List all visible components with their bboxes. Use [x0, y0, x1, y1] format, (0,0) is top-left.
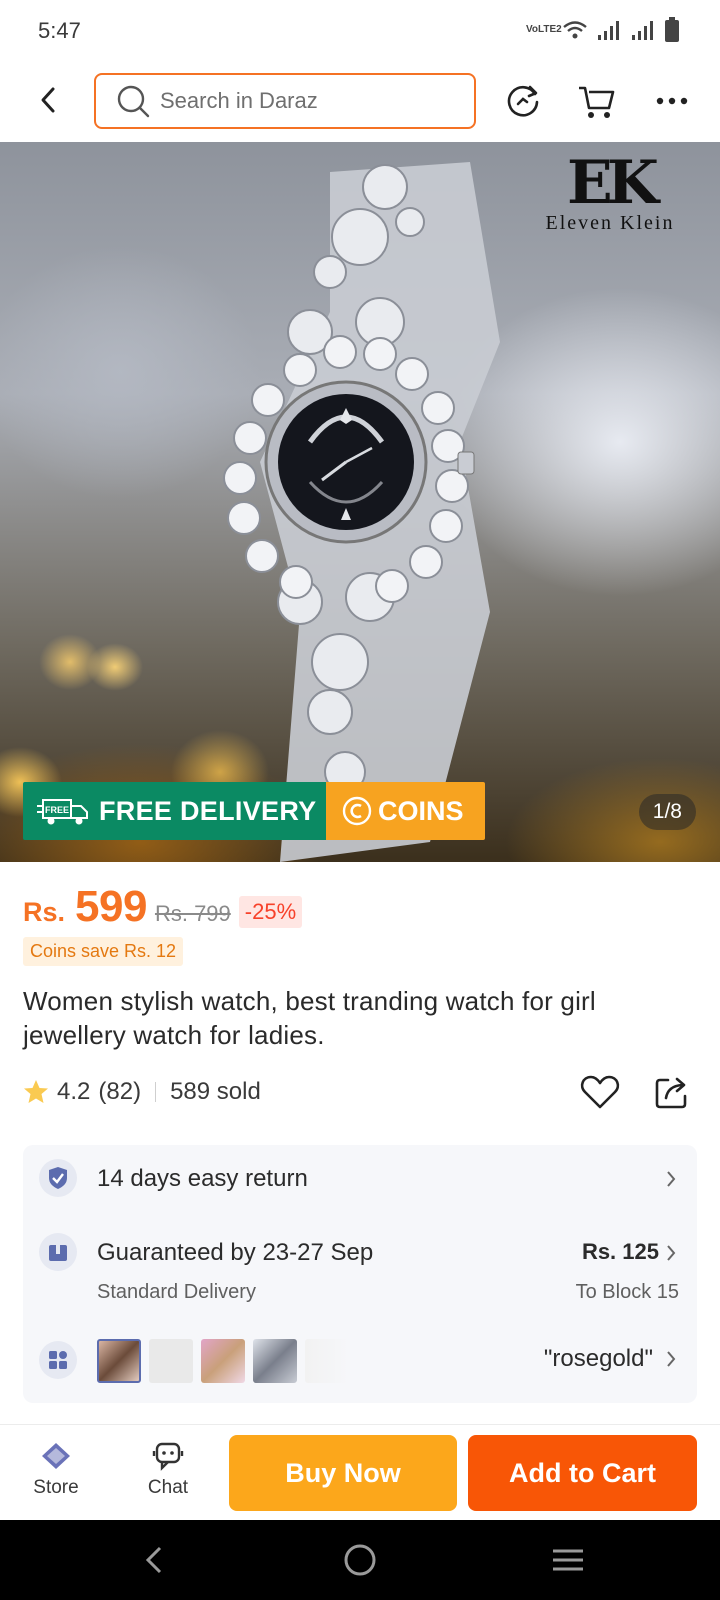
coin-icon — [342, 796, 372, 826]
signal-icon — [598, 21, 619, 40]
variant-thumb[interactable] — [201, 1339, 245, 1383]
back-icon — [41, 87, 55, 113]
brand-logo: EK Eleven Klein — [520, 152, 700, 235]
coins-text: COINS — [378, 795, 464, 826]
store-button[interactable]: Store — [16, 1435, 96, 1499]
nav-back-button[interactable] — [132, 1540, 176, 1580]
signal-icon-2 — [632, 21, 653, 40]
status-bar: 5:47 VoLTE2 — [0, 0, 720, 60]
product-image-carousel[interactable]: EK Eleven Klein FREE FREE DELIVERY COINS… — [0, 142, 720, 862]
volte-icon: VoLTE2 — [526, 24, 562, 35]
chevron-right-icon — [663, 1167, 679, 1191]
coins-save-badge: Coins save Rs. 12 — [23, 937, 184, 966]
chat-label: Chat — [147, 1477, 189, 1498]
free-badge-text: FREE — [45, 805, 69, 815]
search-placeholder: Search in Daraz — [160, 88, 318, 113]
buy-now-button[interactable]: Buy Now — [229, 1435, 457, 1511]
return-policy-text: 14 days easy return — [97, 1165, 308, 1192]
price-row: Rs. 599 Rs. 799 -25% — [23, 882, 303, 931]
watch-illustration — [223, 162, 500, 862]
back-button[interactable] — [28, 80, 68, 120]
nav-recents-button[interactable] — [546, 1540, 590, 1580]
top-bar: Search in Daraz — [0, 62, 720, 142]
rating-count: (82) — [98, 1078, 142, 1105]
cart-button[interactable] — [576, 80, 618, 122]
discount-badge: -25% — [238, 896, 303, 928]
promo-bar: FREE FREE DELIVERY COINS — [23, 782, 485, 840]
variant-thumb[interactable] — [253, 1339, 297, 1383]
more-icon — [656, 97, 688, 105]
share-icon — [655, 1077, 687, 1109]
nav-menu-icon — [553, 1549, 583, 1571]
heart-icon — [580, 1075, 620, 1109]
delivery-box-icon — [39, 1233, 77, 1271]
rating-row[interactable]: 4.2 (82) 589 sold — [23, 1072, 261, 1112]
search-input[interactable]: Search in Daraz — [94, 73, 476, 129]
delivery-fee: Rs. 125 — [581, 1239, 659, 1264]
cart-icon — [579, 86, 615, 118]
return-policy-row[interactable]: 14 days easy return — [23, 1145, 697, 1211]
product-title: Women stylish watch, best tranding watch… — [23, 986, 596, 1050]
original-price: Rs. 799 — [154, 901, 231, 926]
bottom-action-bar: Store Chat Buy Now Add to Cart — [0, 1424, 720, 1520]
status-time: 5:47 — [38, 18, 81, 43]
delivery-type: Standard Delivery — [97, 1281, 256, 1303]
search-icon — [116, 84, 150, 118]
status-icons: VoLTE2 — [526, 16, 680, 44]
rating-value: 4.2 — [57, 1078, 91, 1105]
delivery-truck-icon: FREE — [37, 799, 88, 825]
wishlist-button[interactable] — [578, 1072, 622, 1112]
add-to-cart-button[interactable]: Add to Cart — [468, 1435, 697, 1511]
chat-icon — [151, 1439, 185, 1473]
variant-thumb[interactable] — [97, 1339, 141, 1383]
variants-icon — [39, 1341, 77, 1379]
system-navigation-bar — [0, 1520, 720, 1600]
sold-count: 589 sold — [170, 1078, 261, 1105]
variant-thumbnails — [97, 1339, 349, 1383]
free-delivery-text: FREE DELIVERY — [99, 795, 317, 826]
delivery-location: To Block 15 — [575, 1281, 679, 1303]
share-button[interactable] — [650, 1072, 694, 1112]
store-icon — [39, 1439, 73, 1473]
rating-divider — [155, 1082, 157, 1102]
nav-back-icon — [145, 1546, 162, 1574]
nav-home-icon — [344, 1544, 376, 1576]
service-info-card: 14 days easy return Guaranteed by 23-27 … — [23, 1145, 697, 1403]
price-currency: Rs. — [23, 897, 66, 927]
reload-button[interactable] — [502, 80, 544, 122]
nav-home-button[interactable] — [338, 1540, 382, 1580]
price-value: 599 — [75, 882, 147, 931]
delivery-guarantee: Guaranteed by 23-27 Sep — [97, 1239, 374, 1266]
variant-thumb[interactable] — [305, 1339, 349, 1383]
variant-thumb[interactable] — [149, 1339, 193, 1383]
shield-icon — [39, 1159, 77, 1197]
image-counter: 1/8 — [638, 794, 696, 830]
star-icon — [24, 1080, 48, 1103]
reload-icon — [507, 85, 539, 117]
more-button[interactable] — [651, 80, 693, 122]
wifi-icon — [563, 21, 587, 39]
brand-name: Eleven Klein — [545, 212, 675, 234]
battery-icon — [665, 17, 679, 42]
brand-mark: EK — [567, 148, 659, 218]
coins-badge: COINS — [326, 782, 485, 840]
store-label: Store — [33, 1477, 79, 1498]
chevron-right-icon — [663, 1241, 679, 1265]
free-delivery-badge: FREE FREE DELIVERY — [23, 782, 326, 840]
chevron-right-icon — [663, 1347, 679, 1371]
selected-variant: "rosegold" — [543, 1345, 653, 1372]
chat-button[interactable]: Chat — [128, 1435, 208, 1499]
delivery-row[interactable]: Guaranteed by 23-27 Sep Standard Deliver… — [23, 1215, 697, 1315]
